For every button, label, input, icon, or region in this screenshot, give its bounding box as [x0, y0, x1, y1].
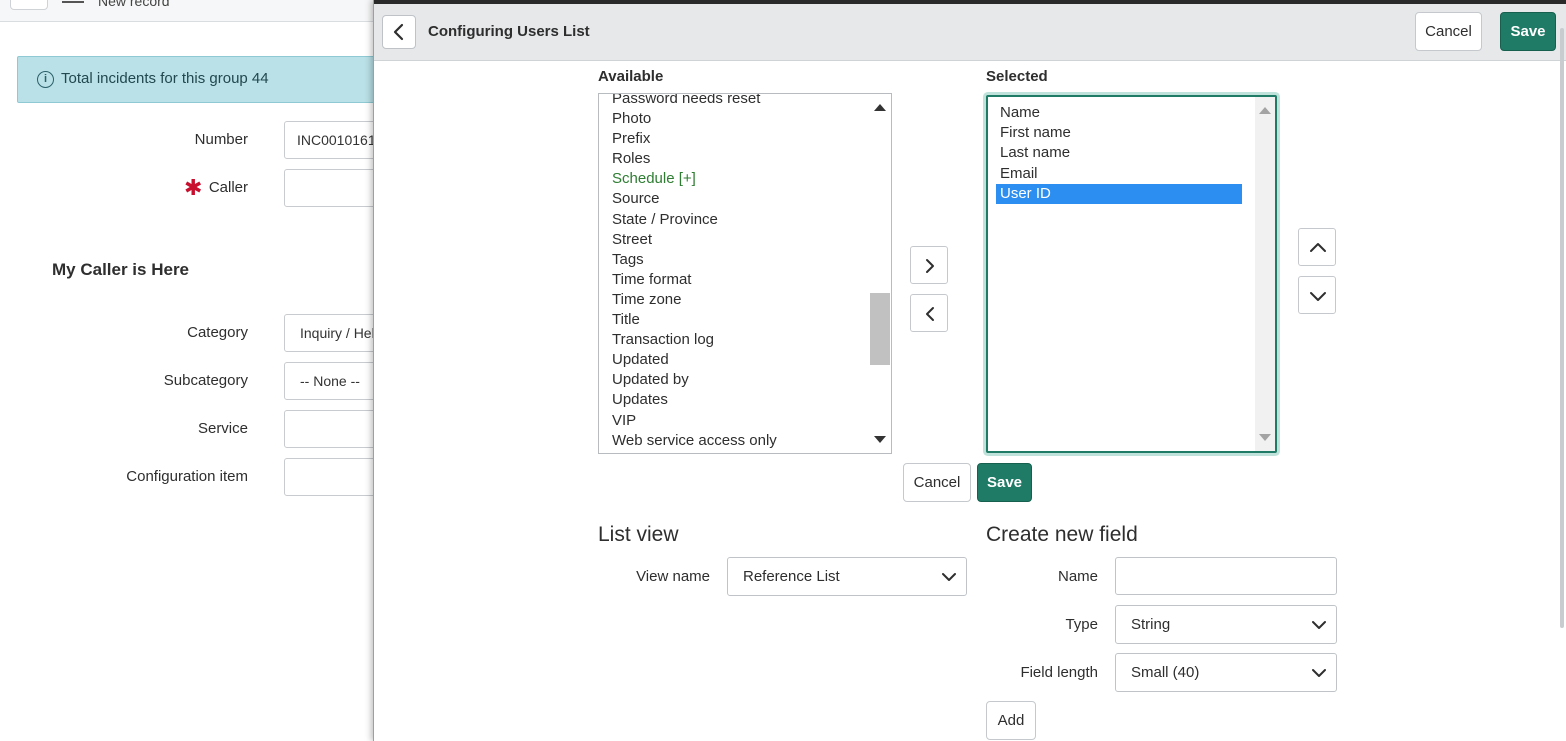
selected-list-item[interactable]: Last name	[996, 143, 1242, 163]
move-up-button[interactable]	[1298, 228, 1336, 266]
scroll-up-icon[interactable]	[1259, 107, 1271, 114]
chevron-down-icon	[1310, 292, 1326, 301]
view-name-label: View name	[636, 568, 710, 585]
service-label: Service	[197, 420, 248, 437]
category-label: Category	[187, 324, 248, 341]
modal-title: Configuring Users List	[428, 23, 590, 40]
inner-save-button[interactable]: Save	[977, 463, 1032, 502]
available-list-item[interactable]: Updated	[612, 350, 777, 370]
selected-list[interactable]: Name First name Last name Email User ID	[986, 95, 1277, 453]
field-type-value: String	[1131, 616, 1171, 633]
available-label: Available	[598, 68, 664, 85]
available-list-item[interactable]: Roles	[612, 149, 777, 169]
create-field-heading: Create new field	[986, 523, 1138, 546]
cancel-button[interactable]: Cancel	[1415, 12, 1482, 51]
section-title: My Caller is Here	[52, 260, 190, 279]
available-list-item[interactable]: VIP	[612, 411, 777, 431]
available-list-item[interactable]: Updates	[612, 390, 777, 410]
chevron-left-icon	[926, 307, 934, 321]
configure-list-modal: Configuring Users List Cancel Save Avail…	[373, 0, 1566, 741]
available-list-item[interactable]: Street	[612, 230, 777, 250]
field-name-input[interactable]	[1115, 557, 1337, 595]
selected-list-item[interactable]: User ID	[996, 183, 1242, 204]
chevron-down-icon	[1312, 621, 1326, 629]
selected-list-item[interactable]: Email	[996, 164, 1242, 184]
selected-list-item[interactable]: Name	[996, 103, 1242, 123]
move-down-button[interactable]	[1298, 276, 1336, 314]
inner-cancel-button[interactable]: Cancel	[903, 463, 971, 502]
modal-scrollbar[interactable]	[1560, 28, 1564, 628]
number-label: Number	[194, 131, 248, 148]
available-list-item[interactable]: Password needs reset	[612, 94, 777, 109]
selected-list-item[interactable]: First name	[996, 123, 1242, 143]
chevron-right-icon	[926, 259, 934, 273]
hamburger-icon[interactable]	[62, 1, 84, 3]
add-to-selected-button[interactable]	[910, 246, 948, 284]
chevron-up-icon	[1310, 243, 1326, 252]
back-button[interactable]	[10, 0, 48, 10]
field-length-label: Field length	[1020, 664, 1098, 681]
scroll-down-icon[interactable]	[874, 436, 886, 443]
field-type-label: Type	[1065, 616, 1098, 633]
available-list-item[interactable]: Source	[612, 189, 777, 209]
field-name-label: Name	[1057, 568, 1098, 585]
info-alert: i Total incidents for this group 44	[17, 56, 417, 103]
add-field-button[interactable]: Add	[986, 701, 1036, 740]
modal-header: Configuring Users List Cancel Save	[374, 4, 1566, 61]
caller-label: Caller	[208, 179, 248, 196]
available-list-item[interactable]: Photo	[612, 109, 777, 129]
available-list-item[interactable]: Title	[612, 310, 777, 330]
info-icon: i	[37, 71, 54, 88]
available-list-item[interactable]: Web service access only	[612, 431, 777, 451]
field-length-value: Small (40)	[1131, 664, 1200, 681]
subcategory-label: Subcategory	[163, 372, 248, 389]
form-title: New record	[98, 0, 170, 9]
available-list-item[interactable]: Prefix	[612, 129, 777, 149]
available-list-item[interactable]: Updated by	[612, 370, 777, 390]
field-length-select[interactable]: Small (40)	[1115, 653, 1337, 692]
available-list-item[interactable]: State / Province	[612, 210, 777, 230]
save-button[interactable]: Save	[1500, 12, 1556, 51]
list-view-heading: List view	[598, 523, 679, 546]
chevron-down-icon	[1312, 669, 1326, 677]
scroll-up-icon[interactable]	[874, 104, 886, 111]
available-list-item[interactable]: Time format	[612, 270, 777, 290]
view-name-value: Reference List	[743, 568, 840, 585]
available-list-item[interactable]: Tags	[612, 250, 777, 270]
scroll-thumb[interactable]	[870, 293, 890, 365]
available-scrollbar[interactable]	[869, 94, 891, 453]
chevron-left-icon	[393, 23, 404, 41]
available-list-item[interactable]: Schedule [+]	[612, 169, 777, 189]
scroll-down-icon[interactable]	[1259, 434, 1271, 441]
chevron-down-icon	[942, 573, 956, 581]
modal-back-button[interactable]	[382, 15, 416, 49]
configuration-item-label: Configuration item	[126, 468, 248, 485]
available-list[interactable]: Password needs reset Photo Prefix Roles Sche…	[598, 93, 892, 454]
available-list-item[interactable]: Time zone	[612, 290, 777, 310]
selected-label: Selected	[986, 68, 1048, 85]
selected-scrollbar[interactable]	[1255, 97, 1275, 451]
field-type-select[interactable]: String	[1115, 605, 1337, 644]
alert-text: Total incidents for this group 44	[61, 70, 269, 87]
view-name-select[interactable]: Reference List	[727, 557, 967, 596]
remove-from-selected-button[interactable]	[910, 294, 948, 332]
available-list-item[interactable]: Transaction log	[612, 330, 777, 350]
